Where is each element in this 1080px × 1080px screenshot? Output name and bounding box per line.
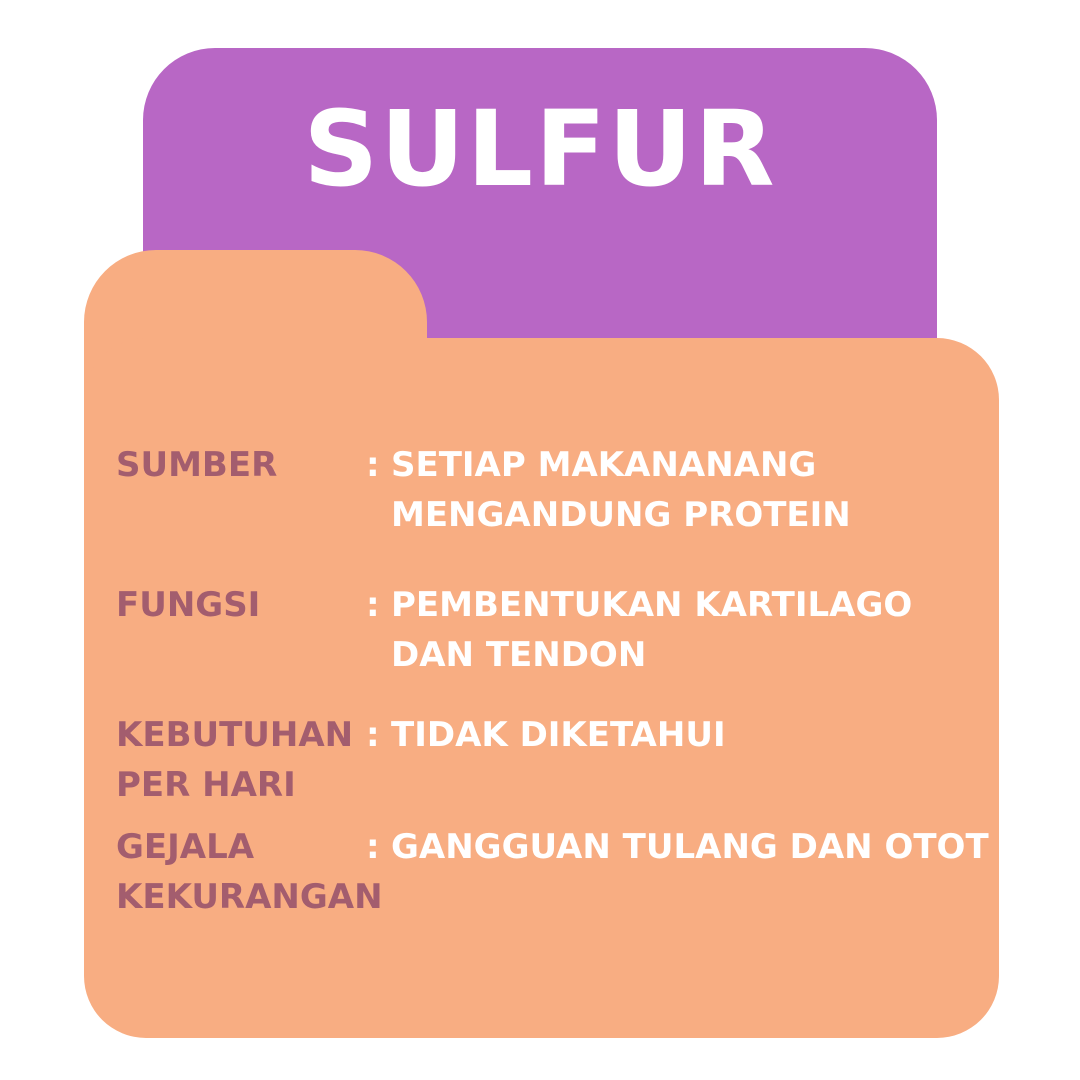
row-label: SUMBER <box>116 445 278 485</box>
row-colon: : <box>366 827 380 867</box>
row-value: GANGGUAN TULANG DAN OTOT <box>391 827 989 867</box>
row-value: PEMBENTUKAN KARTILAGO DAN TENDON <box>391 585 913 675</box>
row-value: SETIAP MAKANANANG MENGANDUNG PROTEIN <box>391 445 851 535</box>
row-label: KEBUTUHAN PER HARI <box>116 715 354 805</box>
row-colon: : <box>366 585 380 625</box>
row-colon: : <box>366 445 380 485</box>
row-label: FUNGSI <box>116 585 261 625</box>
page-title: SULFUR <box>303 88 777 210</box>
row-colon: : <box>366 715 380 755</box>
folder-card: SULFUR SUMBER : SETIAP MAKANANANG MENGAN… <box>0 0 1080 1080</box>
row-label: GEJALA KEKURANGAN <box>116 827 383 917</box>
row-value: TIDAK DIKETAHUI <box>391 715 726 755</box>
